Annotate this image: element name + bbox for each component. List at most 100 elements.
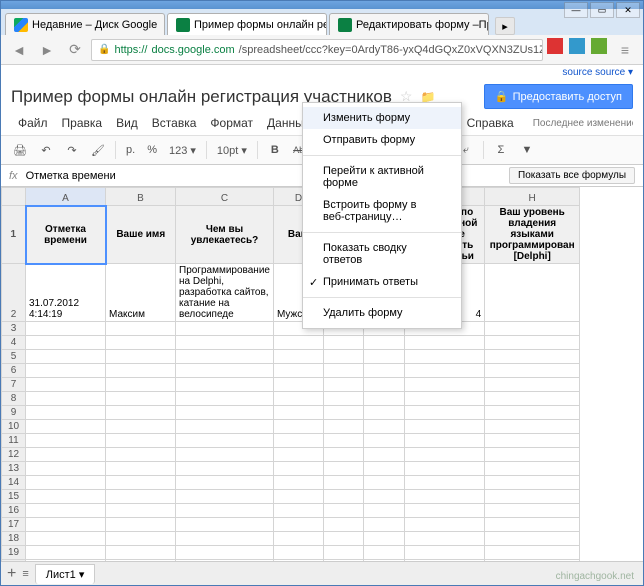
cell-A11[interactable] — [26, 434, 106, 448]
cell-D20[interactable] — [273, 560, 323, 562]
cell-B2[interactable]: Максим — [106, 264, 176, 322]
cell-B10[interactable] — [106, 420, 176, 434]
functions-button[interactable]: Σ — [490, 139, 512, 161]
account-link[interactable]: source source ▾ — [562, 67, 633, 78]
cell-A20[interactable] — [26, 560, 106, 562]
cell-C6[interactable] — [176, 364, 274, 378]
all-sheets-button[interactable]: ≡ — [22, 568, 28, 580]
cell-H1[interactable]: Ваш уровень владения языками программиро… — [485, 206, 580, 264]
number-format-button[interactable]: 123 ▾ — [165, 144, 200, 157]
row-header[interactable]: 14 — [2, 476, 26, 490]
cell-B9[interactable] — [106, 406, 176, 420]
cell-F16[interactable] — [363, 504, 404, 518]
cell-G17[interactable] — [405, 518, 485, 532]
col-header-B[interactable]: B — [106, 188, 176, 206]
cell-B1[interactable]: Ваше имя — [106, 206, 176, 264]
menu-edit[interactable]: Правка — [55, 112, 110, 134]
cell-D19[interactable] — [273, 546, 323, 560]
col-header-A[interactable]: A — [26, 188, 106, 206]
cell-G13[interactable] — [405, 462, 485, 476]
cell-F11[interactable] — [363, 434, 404, 448]
cell-D10[interactable] — [273, 420, 323, 434]
cell-H14[interactable] — [485, 476, 580, 490]
cell-E8[interactable] — [323, 392, 363, 406]
menu-view[interactable]: Вид — [109, 112, 145, 134]
row-header[interactable]: 20 — [2, 560, 26, 562]
maximize-button[interactable]: ▭ — [590, 2, 614, 18]
cell-C12[interactable] — [176, 448, 274, 462]
cell-A3[interactable] — [26, 322, 106, 336]
cell-A2[interactable]: 31.07.2012 4:14:19 — [26, 264, 106, 322]
cell-F5[interactable] — [363, 350, 404, 364]
cell-H5[interactable] — [485, 350, 580, 364]
font-size-selector[interactable]: 10pt ▾ — [213, 144, 251, 157]
currency-button[interactable]: р. — [122, 144, 139, 156]
cell-C15[interactable] — [176, 490, 274, 504]
cell-E7[interactable] — [323, 378, 363, 392]
forward-button[interactable]: ► — [35, 38, 59, 62]
menu-insert[interactable]: Вставка — [145, 112, 204, 134]
ext-icon[interactable] — [569, 38, 585, 54]
percent-button[interactable]: % — [143, 144, 161, 156]
cell-E10[interactable] — [323, 420, 363, 434]
cell-D13[interactable] — [273, 462, 323, 476]
row-header[interactable]: 15 — [2, 490, 26, 504]
cell-E13[interactable] — [323, 462, 363, 476]
cell-E19[interactable] — [323, 546, 363, 560]
row-header[interactable]: 11 — [2, 434, 26, 448]
browser-tab[interactable]: Пример формы онлайн реги × — [167, 13, 327, 35]
cell-A18[interactable] — [26, 532, 106, 546]
cell-H18[interactable] — [485, 532, 580, 546]
cell-B5[interactable] — [106, 350, 176, 364]
row-header[interactable]: 6 — [2, 364, 26, 378]
row-header[interactable]: 5 — [2, 350, 26, 364]
cell-C7[interactable] — [176, 378, 274, 392]
menu-file[interactable]: Файл — [11, 112, 55, 134]
row-header[interactable]: 9 — [2, 406, 26, 420]
dropdown-item[interactable]: Отправить форму — [303, 129, 461, 151]
cell-F17[interactable] — [363, 518, 404, 532]
cell-A16[interactable] — [26, 504, 106, 518]
address-bar[interactable]: 🔒 https://docs.google.com/spreadsheet/cc… — [91, 39, 543, 61]
cell-C16[interactable] — [176, 504, 274, 518]
cell-G18[interactable] — [405, 532, 485, 546]
cell-B14[interactable] — [106, 476, 176, 490]
bold-button[interactable]: B — [264, 139, 286, 161]
col-header-C[interactable]: C — [176, 188, 274, 206]
cell-B12[interactable] — [106, 448, 176, 462]
cell-D5[interactable] — [273, 350, 323, 364]
cell-F8[interactable] — [363, 392, 404, 406]
cell-G20[interactable] — [405, 560, 485, 562]
cell-D11[interactable] — [273, 434, 323, 448]
dropdown-item[interactable]: Показать сводку ответов — [303, 237, 461, 271]
cell-C11[interactable] — [176, 434, 274, 448]
cell-E16[interactable] — [323, 504, 363, 518]
chevron-down-icon[interactable]: ▾ — [79, 569, 85, 581]
cell-G11[interactable] — [405, 434, 485, 448]
row-header[interactable]: 4 — [2, 336, 26, 350]
redo-icon[interactable]: ↷ — [61, 139, 83, 161]
cell-H3[interactable] — [485, 322, 580, 336]
cell-E4[interactable] — [323, 336, 363, 350]
share-button[interactable]: 🔒 Предоставить доступ — [484, 84, 633, 109]
cell-D8[interactable] — [273, 392, 323, 406]
cell-A6[interactable] — [26, 364, 106, 378]
show-formulas-button[interactable]: Показать все формулы — [509, 167, 635, 184]
row-header[interactable]: 7 — [2, 378, 26, 392]
sheet-tab[interactable]: Лист1 ▾ — [35, 564, 96, 584]
cell-D17[interactable] — [273, 518, 323, 532]
cell-B16[interactable] — [106, 504, 176, 518]
cell-A4[interactable] — [26, 336, 106, 350]
cell-G5[interactable] — [405, 350, 485, 364]
cell-B19[interactable] — [106, 546, 176, 560]
cell-F10[interactable] — [363, 420, 404, 434]
cell-C9[interactable] — [176, 406, 274, 420]
cell-C19[interactable] — [176, 546, 274, 560]
cell-H20[interactable] — [485, 560, 580, 562]
cell-B11[interactable] — [106, 434, 176, 448]
corner-cell[interactable] — [2, 188, 26, 206]
cell-G10[interactable] — [405, 420, 485, 434]
dropdown-item[interactable]: Перейти к активной форме — [303, 160, 461, 194]
cell-A15[interactable] — [26, 490, 106, 504]
paint-format-icon[interactable]: 🖌 — [87, 139, 109, 161]
